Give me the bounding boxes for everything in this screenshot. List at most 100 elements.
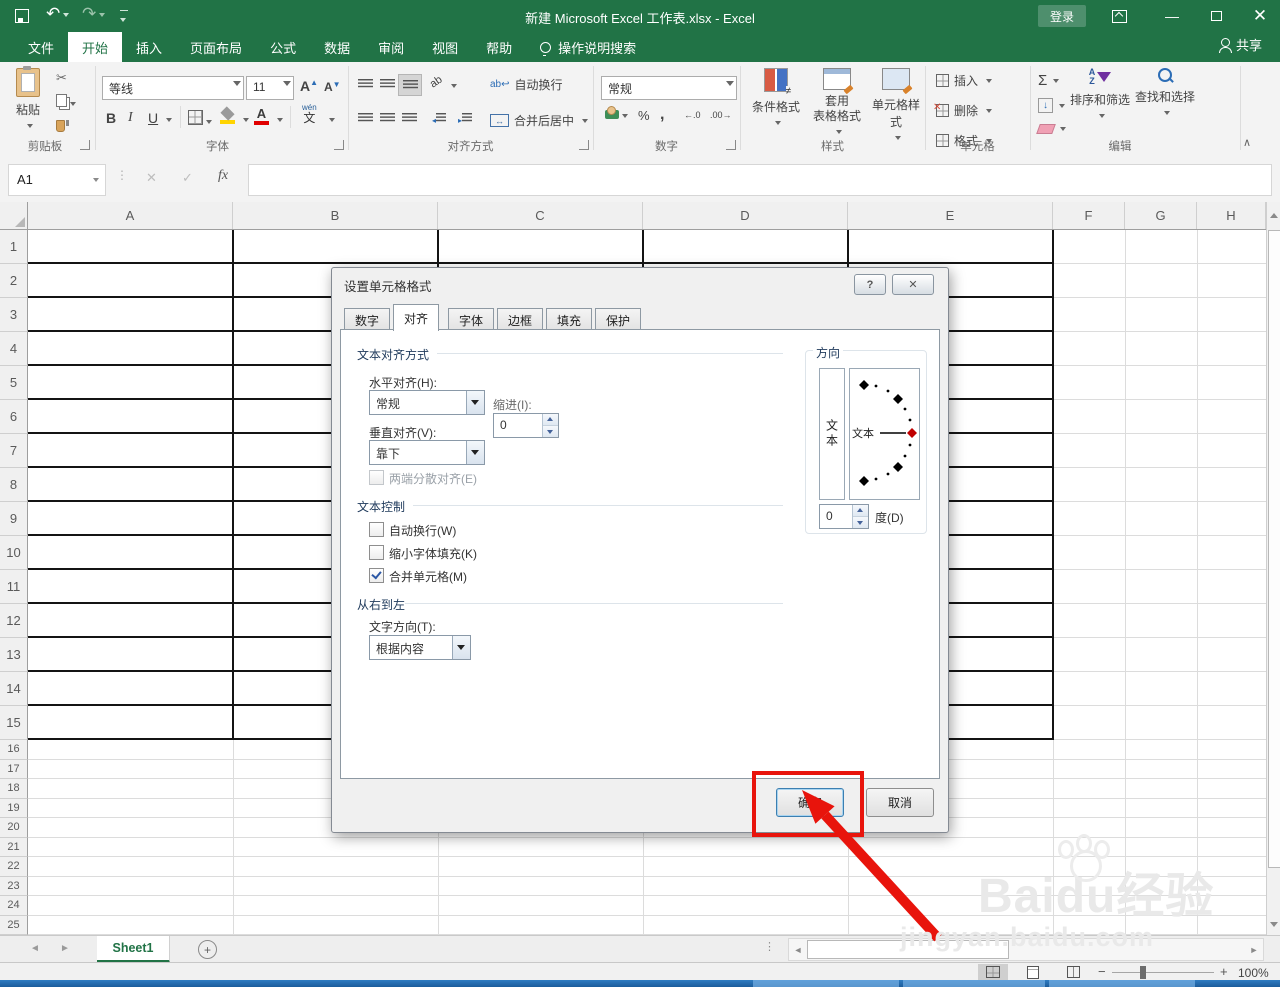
cancel-button[interactable]: 取消 (866, 788, 934, 817)
zoom-level[interactable]: 100% (1238, 966, 1269, 980)
delete-cells-button[interactable]: ✕ 删除 (933, 102, 993, 119)
restore-button[interactable] (1196, 0, 1236, 32)
name-box-splitter[interactable]: ⋮ (116, 168, 128, 182)
row-header-8[interactable]: 8 (0, 468, 28, 502)
bold-button[interactable]: B (106, 110, 116, 126)
indent-spinner[interactable]: 0 (493, 413, 559, 438)
borders-icon[interactable] (188, 110, 212, 128)
zoom-slider-thumb[interactable] (1140, 966, 1146, 979)
orientation-caret[interactable] (451, 84, 457, 88)
format-painter-icon[interactable] (56, 120, 69, 135)
degrees-spinner[interactable]: 0 (819, 504, 869, 529)
dropdown-arrow-icon[interactable] (452, 636, 470, 659)
row-header-3[interactable]: 3 (0, 298, 28, 332)
align-middle-icon[interactable] (380, 78, 395, 92)
number-dialog-launcher[interactable] (726, 140, 736, 150)
tab-scrollbar-splitter[interactable]: ⋮ (764, 940, 775, 953)
conditional-formatting-button[interactable]: ≠ 条件格式 (748, 68, 804, 129)
name-box[interactable]: A1 (8, 164, 106, 196)
paste-button[interactable]: 粘贴 (6, 66, 50, 136)
column-header-F[interactable]: F (1053, 202, 1125, 229)
cut-icon[interactable]: ✂ (56, 70, 67, 86)
font-family-select[interactable]: 等线 (102, 76, 244, 100)
decrease-font-icon[interactable]: A▼ (324, 80, 341, 94)
underline-button[interactable]: U (148, 110, 158, 126)
spin-up-icon[interactable] (853, 505, 868, 517)
sheet-nav-next-icon[interactable]: ► (60, 943, 70, 954)
column-header-B[interactable]: B (233, 202, 438, 229)
page-layout-view-button[interactable] (1018, 964, 1048, 980)
row-header-19[interactable]: 19 (0, 798, 28, 818)
cell-styles-button[interactable]: 单元格样式 (868, 68, 924, 144)
dropdown-arrow-icon[interactable] (466, 441, 484, 464)
row-header-4[interactable]: 4 (0, 332, 28, 366)
number-format-select[interactable]: 常规 (601, 76, 737, 100)
format-as-table-button[interactable]: 套用 表格格式 (808, 68, 866, 138)
dialog-tab-font[interactable]: 字体 (448, 308, 495, 331)
column-header-A[interactable]: A (28, 202, 233, 229)
align-left-icon[interactable] (358, 112, 373, 126)
find-select-button[interactable]: 查找和选择 (1134, 68, 1196, 119)
scroll-down-icon[interactable] (1268, 914, 1280, 934)
fill-button[interactable]: ↓ (1038, 98, 1065, 113)
decrease-decimal-icon[interactable]: .00→ (710, 110, 732, 120)
hscroll-left-icon[interactable]: ◄ (791, 943, 805, 956)
italic-button[interactable]: I (128, 110, 133, 126)
row-header-5[interactable]: 5 (0, 366, 28, 400)
align-top-icon[interactable] (358, 78, 373, 92)
row-header-24[interactable]: 24 (0, 896, 28, 916)
insert-cells-button[interactable]: 插入 (936, 72, 993, 89)
text-direction-select[interactable]: 根据内容 (369, 635, 471, 660)
zoom-slider-track[interactable] (1112, 972, 1214, 973)
fill-color-caret[interactable] (243, 118, 249, 122)
tab-file[interactable]: 文件 (14, 32, 68, 62)
font-dialog-launcher[interactable] (334, 140, 344, 150)
clear-button[interactable] (1036, 124, 1066, 134)
dialog-close-button[interactable]: ✕ (892, 274, 934, 295)
font-color-caret[interactable] (277, 118, 283, 122)
column-header-D[interactable]: D (643, 202, 848, 229)
column-header-E[interactable]: E (848, 202, 1053, 229)
row-header-2[interactable]: 2 (0, 264, 28, 298)
tell-me-search[interactable]: 操作说明搜索 (526, 32, 650, 62)
underline-caret[interactable] (166, 118, 172, 122)
zoom-out-icon[interactable]: − (1098, 964, 1106, 979)
row-header-7[interactable]: 7 (0, 434, 28, 468)
row-header-16[interactable]: 16 (0, 740, 28, 760)
wrap-text-checkbox[interactable] (369, 522, 384, 537)
increase-font-icon[interactable]: A▲ (300, 78, 318, 94)
vertical-scrollbar[interactable] (1266, 202, 1280, 935)
dialog-tab-fill[interactable]: 填充 (546, 308, 593, 331)
tab-home[interactable]: 开始 (68, 32, 123, 62)
row-header-17[interactable]: 17 (0, 759, 28, 779)
scroll-up-icon[interactable] (1268, 204, 1280, 226)
row-header-10[interactable]: 10 (0, 536, 28, 570)
share-button[interactable]: 共享 (1218, 35, 1262, 54)
percent-style-icon[interactable]: % (638, 108, 650, 123)
normal-view-button[interactable] (978, 964, 1008, 980)
orientation-vertical-text-box[interactable]: 文本 (819, 368, 845, 500)
copy-icon[interactable] (56, 94, 76, 110)
font-size-select[interactable]: 11 (246, 76, 294, 100)
align-center-icon[interactable] (380, 112, 395, 126)
row-header-12[interactable]: 12 (0, 604, 28, 638)
minimize-button[interactable]: — (1152, 0, 1192, 32)
dialog-tab-protection[interactable]: 保护 (595, 308, 642, 331)
tab-formulas[interactable]: 公式 (256, 32, 310, 62)
sheet-tab-sheet1[interactable]: Sheet1 (97, 936, 170, 963)
insert-function-icon[interactable]: fx (218, 168, 228, 184)
align-bottom-icon[interactable] (398, 74, 422, 96)
column-header-G[interactable]: G (1125, 202, 1197, 229)
spin-up-icon[interactable] (543, 414, 558, 426)
align-right-icon[interactable] (402, 112, 417, 126)
spin-down-icon[interactable] (543, 426, 558, 437)
tab-review[interactable]: 审阅 (364, 32, 418, 62)
justify-distributed-checkbox[interactable] (369, 470, 384, 485)
tab-view[interactable]: 视图 (418, 32, 472, 62)
row-header-14[interactable]: 14 (0, 672, 28, 706)
dialog-tab-border[interactable]: 边框 (497, 308, 544, 331)
merge-cells-checkbox[interactable] (369, 568, 384, 583)
fill-color-icon[interactable] (220, 106, 235, 124)
tab-insert[interactable]: 插入 (122, 32, 176, 62)
row-header-21[interactable]: 21 (0, 837, 28, 857)
